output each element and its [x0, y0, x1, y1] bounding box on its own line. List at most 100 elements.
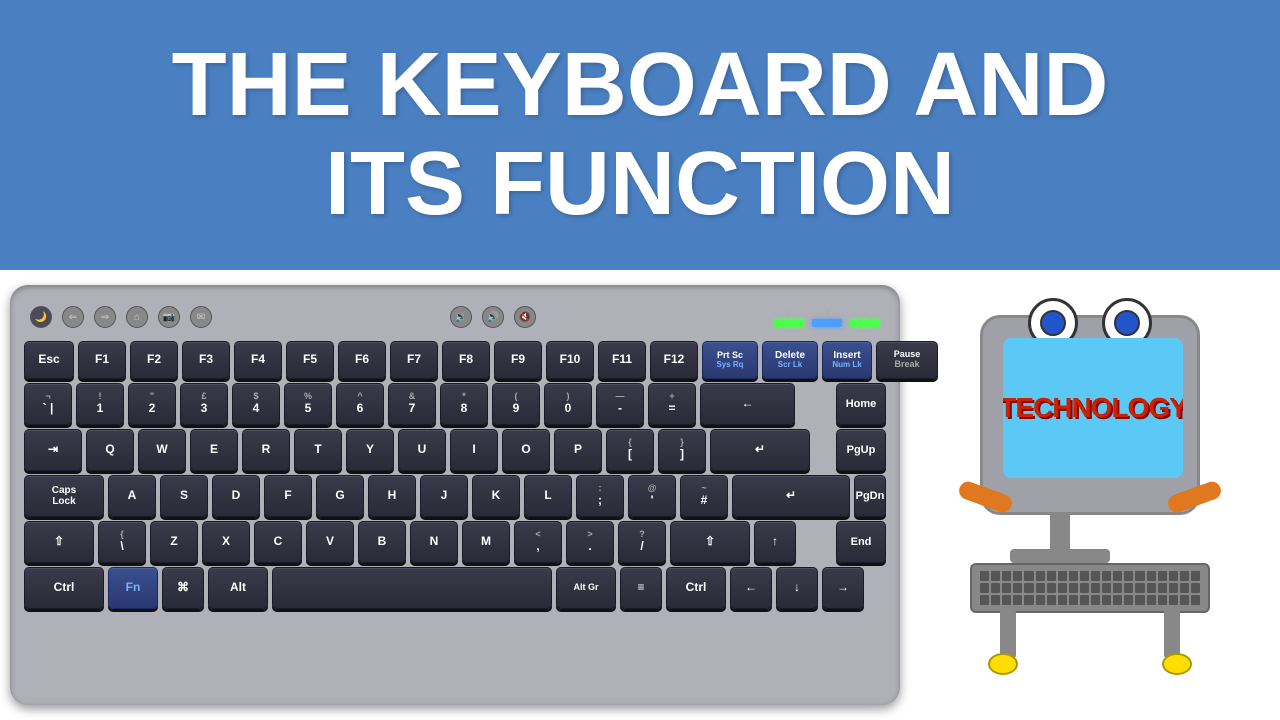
key-4[interactable]: $4 [232, 383, 280, 425]
key-menu[interactable]: ≡ [620, 567, 662, 609]
num-keys-main: ¬` | !1 "2 £3 $4 %5 ^6 &7 *8 (9 )0 —- +=… [24, 383, 832, 425]
key-ctrl-right[interactable]: Ctrl [666, 567, 726, 609]
key-o[interactable]: O [502, 429, 550, 471]
key-f[interactable]: F [264, 475, 312, 517]
key-semicolon[interactable]: :; [576, 475, 624, 517]
camera-btn[interactable]: 📷 [158, 306, 180, 328]
key-prtsc[interactable]: Prt Sc Sys Rq [702, 341, 758, 379]
key-period[interactable]: >. [566, 521, 614, 563]
key-rbracket[interactable]: }] [658, 429, 706, 471]
key-shift-left[interactable]: ⇧ [24, 521, 94, 563]
key-i[interactable]: I [450, 429, 498, 471]
key-hash[interactable]: ~# [680, 475, 728, 517]
key-y[interactable]: Y [346, 429, 394, 471]
key-equals[interactable]: += [648, 383, 696, 425]
key-up[interactable]: ↑ [754, 521, 796, 563]
forward-btn[interactable]: ⇒ [94, 306, 116, 328]
key-slash[interactable]: ?/ [618, 521, 666, 563]
power-btn[interactable]: 🌙 [30, 306, 52, 328]
key-1[interactable]: !1 [76, 383, 124, 425]
key-down[interactable]: ↓ [776, 567, 818, 609]
key-d[interactable]: D [212, 475, 260, 517]
key-fn[interactable]: Fn [108, 567, 158, 609]
key-w[interactable]: W [138, 429, 186, 471]
key-h[interactable]: H [368, 475, 416, 517]
mute-btn[interactable]: 🔇 [514, 306, 536, 328]
key-m[interactable]: M [462, 521, 510, 563]
key-backtick[interactable]: ¬` | [24, 383, 72, 425]
key-j[interactable]: J [420, 475, 468, 517]
key-2[interactable]: "2 [128, 383, 176, 425]
key-u[interactable]: U [398, 429, 446, 471]
key-k[interactable]: K [472, 475, 520, 517]
key-backslash[interactable]: {\ [98, 521, 146, 563]
key-p[interactable]: P [554, 429, 602, 471]
key-enter-ext[interactable]: ↵ [732, 475, 850, 517]
key-comma[interactable]: <, [514, 521, 562, 563]
key-e[interactable]: E [190, 429, 238, 471]
vol-down-btn[interactable]: 🔉 [450, 306, 472, 328]
key-esc[interactable]: Esc [24, 341, 74, 379]
key-s[interactable]: S [160, 475, 208, 517]
key-minus[interactable]: —- [596, 383, 644, 425]
key-f7[interactable]: F7 [390, 341, 438, 379]
key-f11[interactable]: F11 [598, 341, 646, 379]
key-f8[interactable]: F8 [442, 341, 490, 379]
key-capslock[interactable]: CapsLock [24, 475, 104, 517]
key-c[interactable]: C [254, 521, 302, 563]
home-btn[interactable]: ⌂ [126, 306, 148, 328]
key-pgdn[interactable]: PgDn [854, 475, 886, 517]
key-shift-right[interactable]: ⇧ [670, 521, 750, 563]
key-g[interactable]: G [316, 475, 364, 517]
key-z[interactable]: Z [150, 521, 198, 563]
key-right[interactable]: → [822, 567, 864, 609]
key-quote[interactable]: @' [628, 475, 676, 517]
key-f4[interactable]: F4 [234, 341, 282, 379]
key-f2[interactable]: F2 [130, 341, 178, 379]
key-9[interactable]: (9 [492, 383, 540, 425]
ctrl-key-row: Ctrl Fn ⌘ Alt Alt Gr ≡ Ctrl ← ↓ → [24, 567, 886, 609]
key-l[interactable]: L [524, 475, 572, 517]
key-v[interactable]: V [306, 521, 354, 563]
key-alt[interactable]: Alt [208, 567, 268, 609]
key-f5[interactable]: F5 [286, 341, 334, 379]
key-7[interactable]: &7 [388, 383, 436, 425]
key-altgr[interactable]: Alt Gr [556, 567, 616, 609]
key-insert[interactable]: Insert Num Lk [822, 341, 872, 379]
key-6[interactable]: ^6 [336, 383, 384, 425]
key-lbracket[interactable]: {[ [606, 429, 654, 471]
key-end[interactable]: End [836, 521, 886, 563]
key-home[interactable]: Home [836, 383, 886, 425]
key-n[interactable]: N [410, 521, 458, 563]
keyboard: 🌙 ⇐ ⇒ ⌂ 📷 ✉ 🔉 🔊 🔇 1 [10, 285, 900, 705]
vol-up-btn[interactable]: 🔊 [482, 306, 504, 328]
key-backspace[interactable]: ← [700, 383, 795, 425]
key-t[interactable]: T [294, 429, 342, 471]
key-win[interactable]: ⌘ [162, 567, 204, 609]
key-f3[interactable]: F3 [182, 341, 230, 379]
key-f1[interactable]: F1 [78, 341, 126, 379]
key-pgup[interactable]: PgUp [836, 429, 886, 471]
key-space[interactable] [272, 567, 552, 609]
key-q[interactable]: Q [86, 429, 134, 471]
key-tab[interactable]: ⇥ [24, 429, 82, 471]
key-8[interactable]: *8 [440, 383, 488, 425]
key-b[interactable]: B [358, 521, 406, 563]
back-btn[interactable]: ⇐ [62, 306, 84, 328]
key-ctrl-left[interactable]: Ctrl [24, 567, 104, 609]
key-r[interactable]: R [242, 429, 290, 471]
key-f9[interactable]: F9 [494, 341, 542, 379]
key-pause[interactable]: Pause Break [876, 341, 938, 379]
key-x[interactable]: X [202, 521, 250, 563]
key-delete[interactable]: Delete Scr Lk [762, 341, 818, 379]
key-a[interactable]: A [108, 475, 156, 517]
key-0[interactable]: )0 [544, 383, 592, 425]
key-5[interactable]: %5 [284, 383, 332, 425]
key-f10[interactable]: F10 [546, 341, 594, 379]
key-f6[interactable]: F6 [338, 341, 386, 379]
key-3[interactable]: £3 [180, 383, 228, 425]
key-left[interactable]: ← [730, 567, 772, 609]
key-f12[interactable]: F12 [650, 341, 698, 379]
key-enter[interactable]: ↵ [710, 429, 810, 471]
mail-btn[interactable]: ✉ [190, 306, 212, 328]
